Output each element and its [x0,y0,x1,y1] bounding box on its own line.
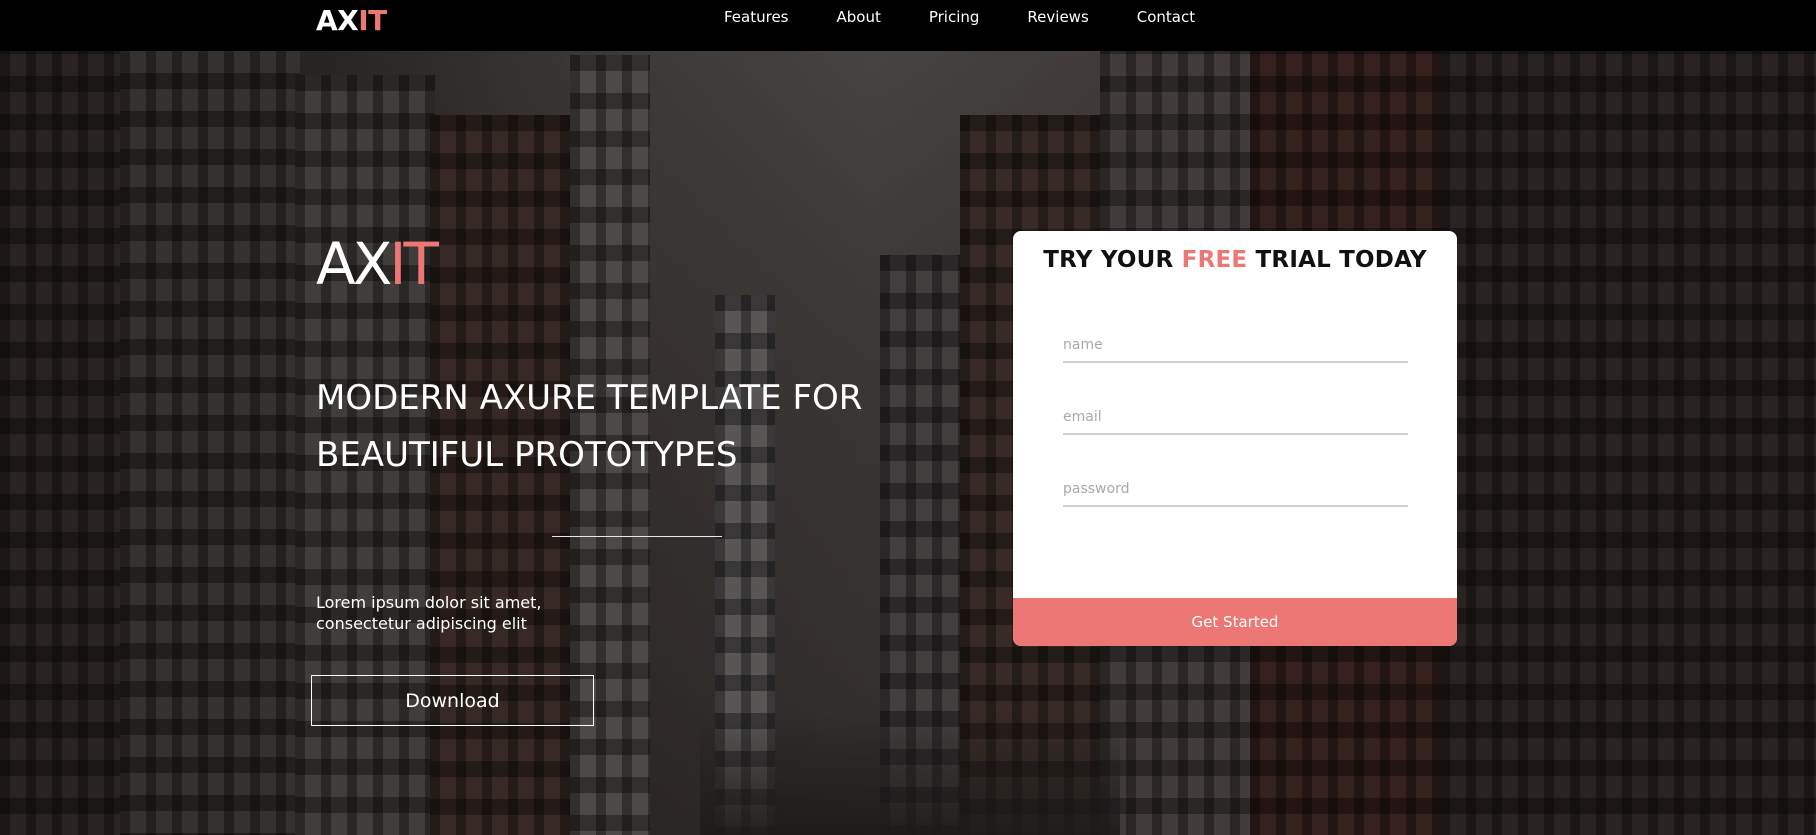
nav-item-about[interactable]: About [825,8,893,26]
download-button[interactable]: Download [311,675,594,726]
email-field[interactable] [1063,401,1408,435]
signup-title: TRY YOUR FREE TRIAL TODAY [1013,247,1457,273]
signup-title-accent: FREE [1181,247,1248,273]
hero-lead-line2: consectetur adipiscing elit [316,614,527,633]
nav-item-reviews[interactable]: Reviews [1015,8,1100,26]
nav-item-contact[interactable]: Contact [1125,8,1207,26]
main-nav: Features About Pricing Reviews Contact [700,0,1219,34]
password-field[interactable] [1063,473,1408,507]
signup-card: TRY YOUR FREE TRIAL TODAY Get Started [1013,231,1457,646]
hero-headline-line2: BEAUTIFUL PROTOTYPES [316,435,738,475]
hero-headline: MODERN AXURE TEMPLATE FOR BEAUTIFUL PROT… [316,370,896,484]
hero-lead-text: Lorem ipsum dolor sit amet, consectetur … [316,592,616,634]
nav-item-pricing[interactable]: Pricing [917,8,992,26]
get-started-button[interactable]: Get Started [1013,598,1457,646]
hero-divider [552,536,722,537]
hero-headline-line1: MODERN AXURE TEMPLATE FOR [316,378,863,418]
top-navbar: AXIT Features About Pricing Reviews Cont… [0,0,1816,51]
brand-logo-prefix: AX [316,4,359,37]
name-field[interactable] [1063,329,1408,363]
nav-item-features[interactable]: Features [712,8,801,26]
dark-overlay [0,0,1816,835]
hero-background [0,0,1816,835]
hero-lead-line1: Lorem ipsum dolor sit amet, [316,593,542,612]
brand-logo-accent: IT [358,4,387,37]
hero-logo: AXIT [316,230,439,298]
hero-logo-prefix: AX [316,230,392,298]
brand-logo[interactable]: AXIT [316,4,387,37]
signup-title-post: TRIAL TODAY [1247,247,1427,273]
hero-logo-accent: IT [389,230,439,298]
signup-title-pre: TRY YOUR [1043,247,1182,273]
